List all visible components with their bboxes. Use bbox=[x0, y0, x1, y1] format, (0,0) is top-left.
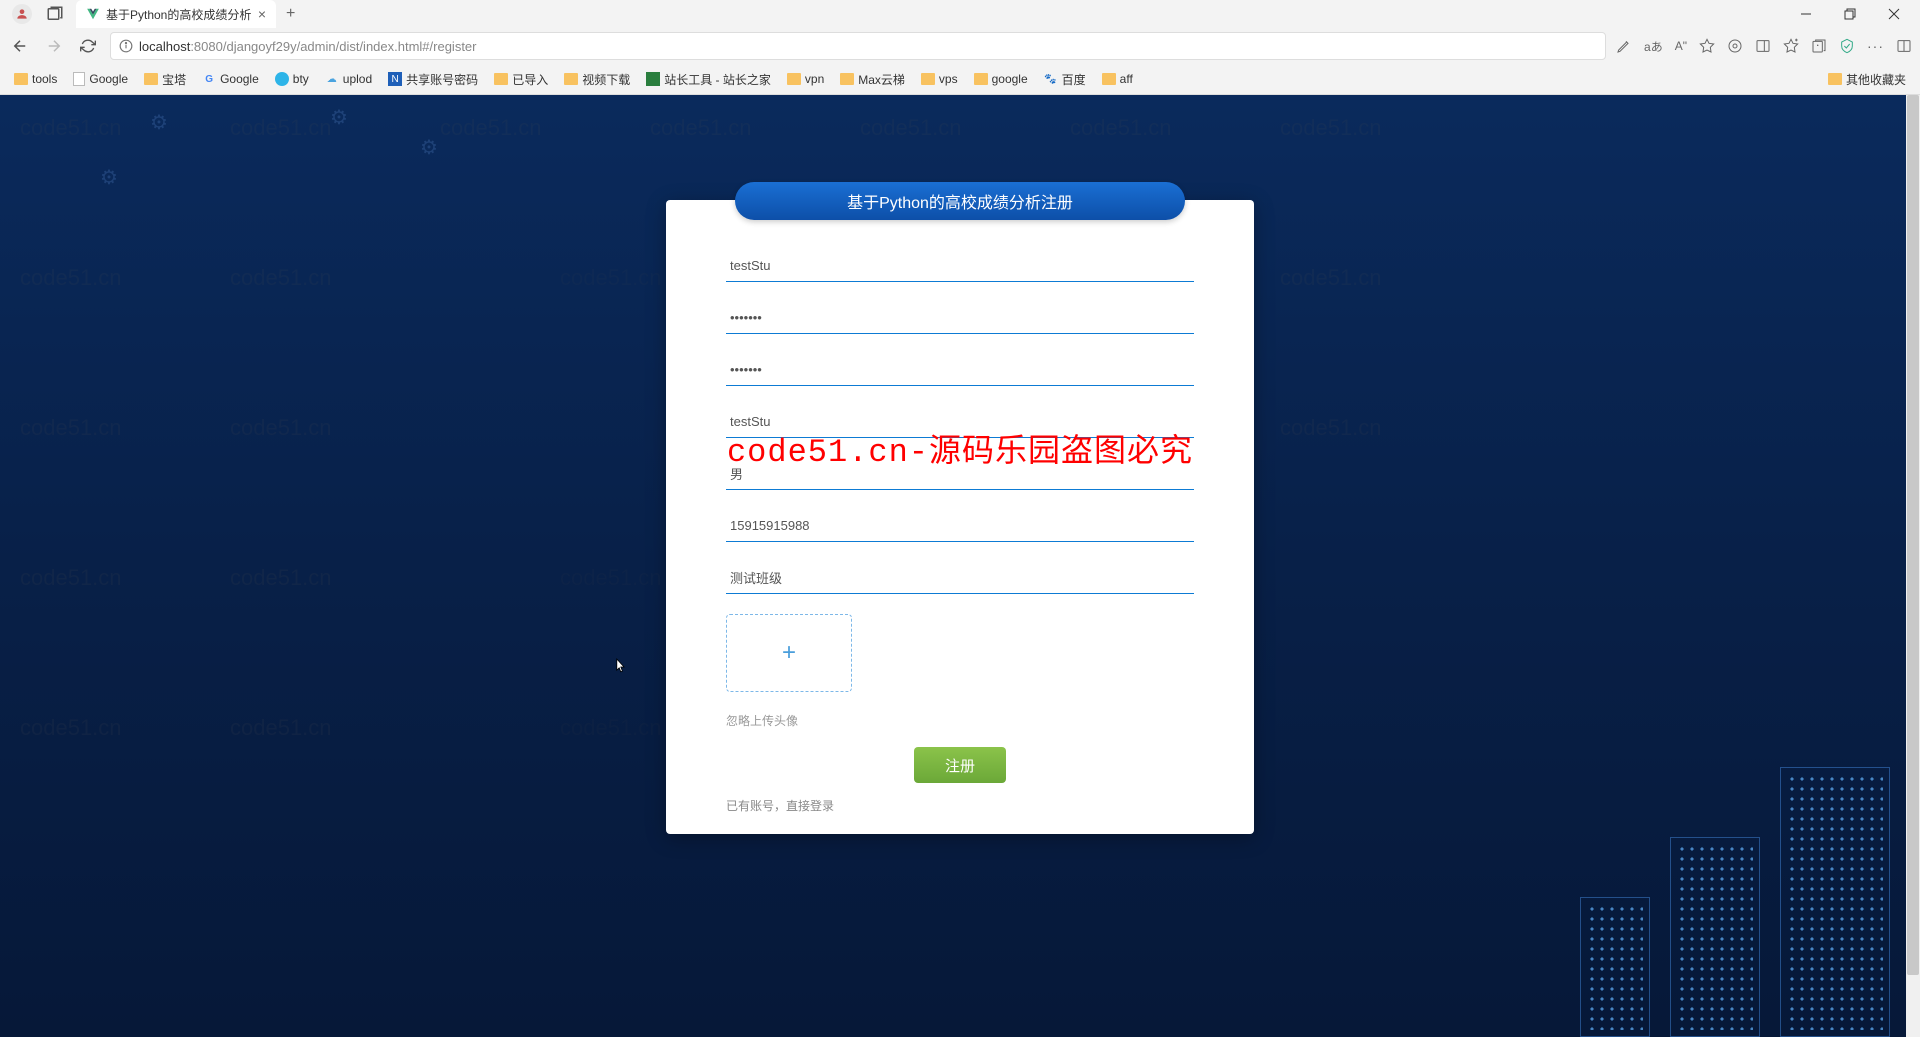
bookmark-baidu[interactable]: 🐾百度 bbox=[1038, 69, 1092, 90]
url-port: :8080 bbox=[190, 39, 223, 54]
watermark: code51.cn bbox=[20, 115, 122, 141]
scrollbar-thumb[interactable] bbox=[1907, 95, 1919, 975]
scrollbar-track[interactable] bbox=[1906, 95, 1920, 1037]
password-input[interactable] bbox=[726, 302, 1194, 334]
avatar-upload[interactable]: + bbox=[726, 614, 852, 692]
password-confirm-input[interactable] bbox=[726, 354, 1194, 386]
titlebar: 基于Python的高校成绩分析 × + bbox=[0, 0, 1920, 28]
form-header: 基于Python的高校成绩分析注册 bbox=[735, 182, 1185, 220]
watermark: code51.cn bbox=[230, 115, 332, 141]
bookmark-vps[interactable]: vps bbox=[915, 70, 964, 88]
page-content: code51.cn code51.cn code51.cn code51.cn … bbox=[0, 95, 1920, 1037]
bookmark-chinaz[interactable]: 站长工具 - 站长之家 bbox=[640, 69, 777, 90]
readaloud-icon[interactable]: A" bbox=[1675, 39, 1687, 53]
close-window-button[interactable] bbox=[1872, 0, 1916, 28]
register-button[interactable]: 注册 bbox=[914, 747, 1006, 783]
watermark: code51.cn bbox=[440, 115, 542, 141]
bookmark-overflow[interactable]: 其他收藏夹 bbox=[1822, 69, 1912, 90]
translate-icon[interactable]: aあ bbox=[1644, 38, 1663, 55]
login-link[interactable]: 已有账号，直接登录 bbox=[726, 797, 1194, 814]
watermark: code51.cn bbox=[20, 565, 122, 591]
favorite-icon[interactable] bbox=[1699, 38, 1715, 54]
browser-tab[interactable]: 基于Python的高校成绩分析 × bbox=[76, 0, 276, 28]
phone-input[interactable] bbox=[726, 510, 1194, 542]
watermark: code51.cn bbox=[230, 715, 332, 741]
watermark: code51.cn bbox=[1070, 115, 1172, 141]
bookmark-import[interactable]: 已导入 bbox=[488, 69, 554, 90]
site-info-icon[interactable] bbox=[119, 39, 133, 53]
favorites-icon[interactable] bbox=[1783, 38, 1799, 54]
watermark: code51.cn bbox=[20, 265, 122, 291]
bookmark-maxcloud[interactable]: Max云梯 bbox=[834, 69, 911, 90]
toolbar-actions: aあ A" ··· bbox=[1616, 38, 1912, 55]
window-controls bbox=[1784, 0, 1916, 28]
bookmark-vpn[interactable]: vpn bbox=[781, 70, 830, 88]
security-icon[interactable] bbox=[1839, 38, 1855, 54]
watermark: code51.cn bbox=[650, 115, 752, 141]
new-tab-button[interactable]: + bbox=[286, 5, 295, 23]
bookmark-bty[interactable]: bty bbox=[269, 70, 315, 88]
minimize-button[interactable] bbox=[1784, 0, 1828, 28]
watermark: code51.cn bbox=[1280, 415, 1382, 441]
plus-icon: + bbox=[782, 639, 796, 667]
profile-icon[interactable] bbox=[12, 4, 32, 24]
bookmark-video[interactable]: 视频下载 bbox=[558, 69, 636, 90]
gear-decor-icon: ⚙ bbox=[150, 110, 168, 135]
pen-icon[interactable] bbox=[1616, 38, 1632, 54]
tab-close-icon[interactable]: × bbox=[258, 6, 266, 22]
register-card: 基于Python的高校成绩分析注册 + 忽略上传头像 注册 已有账号，直接登录 bbox=[666, 200, 1254, 834]
upload-hint: 忽略上传头像 bbox=[726, 712, 1194, 729]
city-decor bbox=[1550, 717, 1900, 1037]
watermark: code51.cn bbox=[860, 115, 962, 141]
watermark: code51.cn bbox=[230, 265, 332, 291]
watermark: code51.cn bbox=[230, 415, 332, 441]
watermark: code51.cn bbox=[560, 565, 662, 591]
bookmark-google-folder[interactable]: google bbox=[968, 70, 1034, 88]
collections-icon[interactable] bbox=[1811, 38, 1827, 54]
bookmark-tools[interactable]: tools bbox=[8, 70, 63, 88]
bookmark-share[interactable]: N共享账号密码 bbox=[382, 69, 484, 90]
vue-favicon-icon bbox=[86, 7, 100, 21]
maximize-button[interactable] bbox=[1828, 0, 1872, 28]
bookmark-google2[interactable]: GGoogle bbox=[196, 70, 265, 88]
watermark: code51.cn bbox=[20, 415, 122, 441]
bookmark-aff[interactable]: aff bbox=[1096, 70, 1139, 88]
bookmarks-bar: tools Google 宝塔 GGoogle bty ☁uplod N共享账号… bbox=[0, 64, 1920, 94]
watermark: code51.cn bbox=[20, 715, 122, 741]
gender-input[interactable] bbox=[726, 458, 1194, 490]
refresh-button[interactable] bbox=[76, 38, 100, 54]
gear-decor-icon: ⚙ bbox=[330, 105, 348, 130]
split-icon[interactable] bbox=[1896, 38, 1912, 54]
back-button[interactable] bbox=[8, 37, 32, 55]
forward-button bbox=[42, 37, 66, 55]
gear-decor-icon: ⚙ bbox=[100, 165, 118, 190]
username-input[interactable] bbox=[726, 250, 1194, 282]
sidebar-icon[interactable] bbox=[1755, 38, 1771, 54]
watermark: code51.cn bbox=[560, 715, 662, 741]
gear-decor-icon: ⚙ bbox=[420, 135, 438, 160]
address-bar[interactable]: localhost:8080/djangoyf29y/admin/dist/in… bbox=[110, 32, 1606, 60]
bookmark-uplod[interactable]: ☁uplod bbox=[319, 70, 378, 88]
class-input[interactable] bbox=[726, 562, 1194, 594]
address-bar-row: localhost:8080/djangoyf29y/admin/dist/in… bbox=[0, 28, 1920, 64]
bookmark-google[interactable]: Google bbox=[67, 70, 134, 88]
watermark: code51.cn bbox=[1280, 115, 1382, 141]
url-path: /djangoyf29y/admin/dist/index.html#/regi… bbox=[223, 39, 477, 54]
extensions-icon[interactable] bbox=[1727, 38, 1743, 54]
watermark: code51.cn bbox=[560, 265, 662, 291]
browser-chrome: 基于Python的高校成绩分析 × + localhost:8080/djang… bbox=[0, 0, 1920, 95]
watermark: code51.cn bbox=[230, 565, 332, 591]
url-host: localhost bbox=[139, 39, 190, 54]
name-input[interactable] bbox=[726, 406, 1194, 438]
bookmark-baota[interactable]: 宝塔 bbox=[138, 69, 192, 90]
tab-title: 基于Python的高校成绩分析 bbox=[106, 6, 252, 23]
more-icon[interactable]: ··· bbox=[1867, 38, 1884, 54]
watermark: code51.cn bbox=[1280, 265, 1382, 291]
tabs-icon[interactable] bbox=[46, 5, 64, 23]
cursor-icon bbox=[612, 657, 628, 677]
